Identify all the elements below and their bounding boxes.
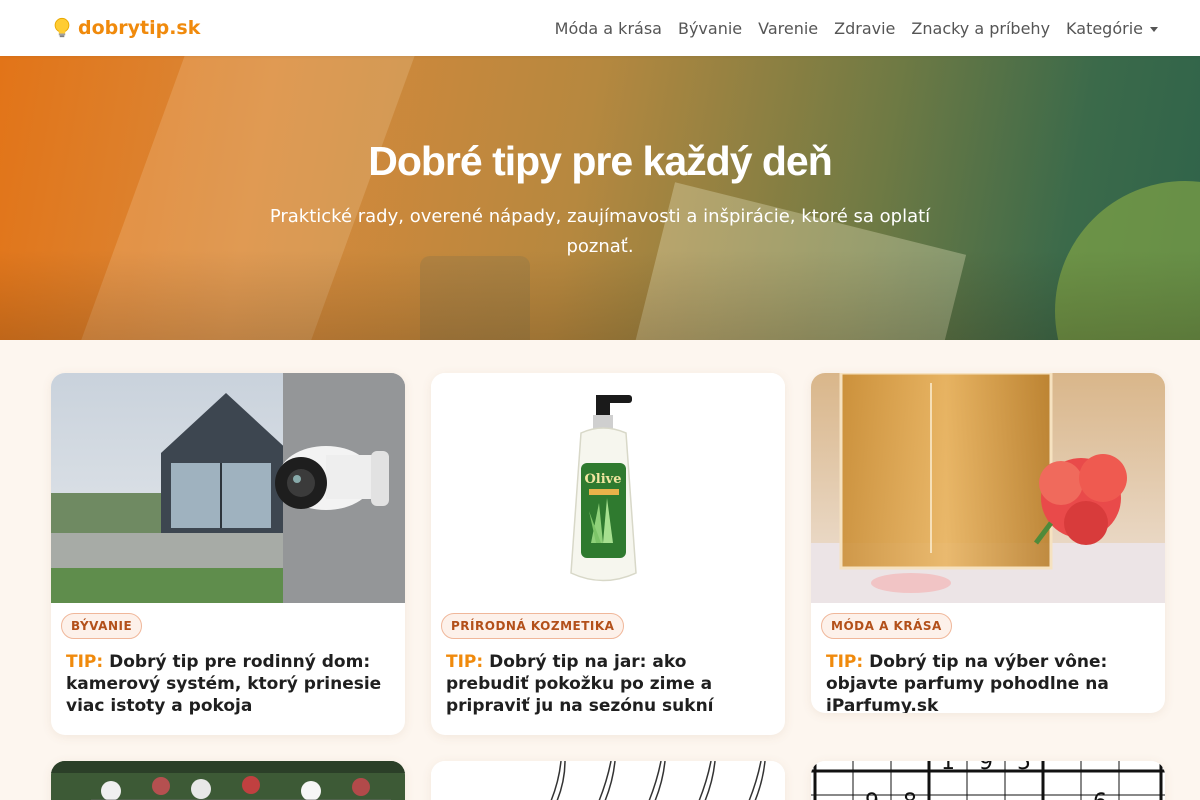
article-title-text: Dobrý tip na jar: ako prebudiť pokožku p… bbox=[446, 652, 714, 716]
nav-item-moda-a-krasa[interactable]: Móda a krása bbox=[555, 19, 662, 38]
brand-name: dobrytip.sk bbox=[78, 17, 201, 39]
sudoku-digit: 9 bbox=[979, 761, 993, 775]
article-card[interactable]: 1 9 5 9 8 6 bbox=[811, 761, 1165, 800]
article-title[interactable]: TIP: Dobrý tip na výber vône: objavte pa… bbox=[811, 639, 1165, 713]
hero-subtitle: Praktické rady, overené nápady, zaujímav… bbox=[269, 206, 931, 257]
category-badge[interactable]: MÓDA A KRÁSA bbox=[821, 613, 952, 639]
article-title-text: Dobrý tip na výber vône: objavte parfumy… bbox=[826, 652, 1109, 713]
tip-label: TIP: bbox=[826, 652, 864, 672]
article-image-whisks bbox=[431, 761, 785, 800]
sudoku-digit: 9 bbox=[865, 790, 879, 800]
nav-dropdown-kategorie[interactable]: Kategórie bbox=[1066, 19, 1158, 38]
article-card[interactable]: MÓDA A KRÁSA TIP: Dobrý tip na výber vôn… bbox=[811, 373, 1165, 713]
perfume-rose-illustration bbox=[811, 373, 1165, 603]
lightbulb-icon bbox=[54, 17, 70, 38]
nav-item-znacky-a-pribehy[interactable]: Znacky a príbehy bbox=[911, 19, 1050, 38]
tip-label: TIP: bbox=[446, 652, 484, 672]
brand-logo-link[interactable]: dobrytip.sk bbox=[52, 17, 200, 39]
nav-item-byvanie[interactable]: Bývanie bbox=[678, 19, 742, 38]
hero-title: Dobré tipy pre každý deň bbox=[368, 138, 833, 184]
article-title[interactable]: TIP: Dobrý tip na jar: ako prebudiť poko… bbox=[431, 639, 785, 733]
sudoku-digit: 6 bbox=[1093, 790, 1107, 800]
article-card[interactable] bbox=[51, 761, 405, 800]
category-badge[interactable]: PRÍRODNÁ KOZMETIKA bbox=[441, 613, 625, 639]
lotion-bottle-illustration: Olive bbox=[570, 395, 637, 582]
tip-label: TIP: bbox=[66, 652, 104, 672]
article-image-camera[interactable] bbox=[51, 373, 405, 603]
article-image-perfume[interactable] bbox=[811, 373, 1165, 603]
top-navbar: dobrytip.sk Móda a krása Bývanie Varenie… bbox=[0, 0, 1200, 56]
category-badge[interactable]: BÝVANIE bbox=[61, 613, 143, 639]
article-card[interactable]: BÝVANIE TIP: Dobrý tip pre rodinný dom: … bbox=[51, 373, 405, 735]
main-menu: Móda a krása Bývanie Varenie Zdravie Zna… bbox=[555, 19, 1158, 38]
hero-banner: Dobré tipy pre každý deň Praktické rady,… bbox=[0, 56, 1200, 340]
article-image-crowd bbox=[51, 761, 405, 800]
article-image-sudoku: 1 9 5 9 8 6 bbox=[811, 761, 1165, 800]
sudoku-digit: 5 bbox=[1017, 761, 1031, 775]
bottle-brand-text: Olive bbox=[584, 472, 621, 487]
nav-item-varenie[interactable]: Varenie bbox=[758, 19, 818, 38]
hero-bg-shadow bbox=[0, 250, 1200, 340]
article-card[interactable] bbox=[431, 761, 785, 800]
sudoku-digit: 8 bbox=[903, 790, 917, 800]
article-title[interactable]: TIP: Dobrý tip pre rodinný dom: kamerový… bbox=[51, 639, 405, 733]
nav-dropdown-label: Kategórie bbox=[1066, 18, 1143, 38]
article-title-text: Dobrý tip pre rodinný dom: kamerový syst… bbox=[66, 652, 382, 716]
camera-house-illustration bbox=[51, 373, 405, 603]
caret-down-icon bbox=[1150, 26, 1158, 32]
nav-item-zdravie[interactable]: Zdravie bbox=[834, 19, 895, 38]
article-card[interactable]: Olive PRÍRODNÁ KOZMETIKA TIP: Dobrý tip … bbox=[431, 373, 785, 735]
article-image-lotion[interactable]: Olive bbox=[431, 373, 785, 603]
sudoku-digit: 1 bbox=[941, 761, 955, 775]
